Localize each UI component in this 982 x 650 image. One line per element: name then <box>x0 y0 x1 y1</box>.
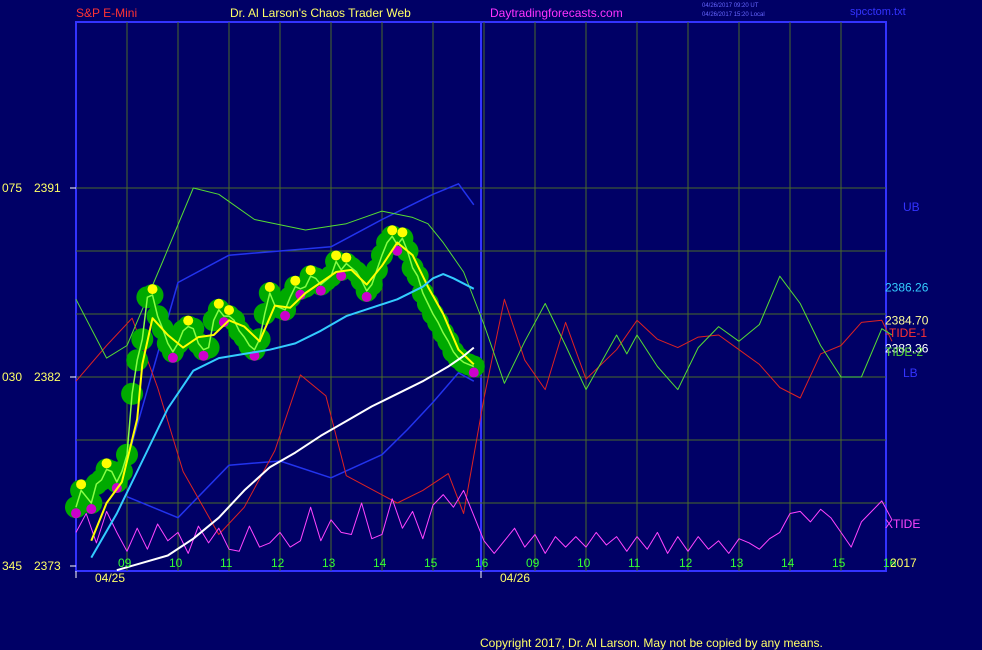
day2-date-label: 04/26 <box>500 571 530 585</box>
right-label: LB <box>903 366 918 380</box>
price-high-marker <box>331 250 342 261</box>
x-tick-label-day2: 12 <box>679 556 693 570</box>
right-label: -TIDE-1 <box>885 326 927 340</box>
price-high-marker <box>76 479 87 490</box>
right-label: XTIDE <box>885 517 920 531</box>
x-axis-year-label: 2017 <box>890 556 917 570</box>
y-tick-left-label: 030 <box>2 370 22 384</box>
instrument-title: S&P E-Mini <box>76 6 137 20</box>
x-tick-label-day2: 15 <box>832 556 846 570</box>
price-high-marker <box>305 265 316 276</box>
price-high-marker <box>341 252 352 263</box>
x-tick-label-day2: 09 <box>526 556 540 570</box>
timestamp-ut: 04/26/2017 09:20 UT <box>702 3 759 9</box>
price-low-marker <box>71 508 81 519</box>
y-tick-price-label: 2373 <box>34 559 61 573</box>
x-tick-label-day1: 12 <box>271 556 285 570</box>
x-tick-label-day1: 10 <box>169 556 183 570</box>
right-label: 2386.26 <box>885 281 929 295</box>
price-high-marker <box>224 305 234 316</box>
price-high-marker <box>213 298 224 309</box>
x-tick-label-day1: 16 <box>475 556 489 570</box>
price-high-marker <box>387 225 398 236</box>
lower-band-line <box>126 372 475 519</box>
x-axis-labels: 09 10 11 12 13 14 15 16 09 10 11 12 13 14 15 162017 <box>75 556 917 578</box>
x-tick-label-day1: 15 <box>424 556 438 570</box>
right-side-labels: UB2386.262384.70-TIDE-12383.36TIDE-2LBXT… <box>885 200 929 531</box>
x-tick-label-day2: 14 <box>781 556 795 570</box>
price-high-marker <box>264 282 275 292</box>
x-tick-label-day1: 13 <box>322 556 336 570</box>
right-label: TIDE-2 <box>885 345 923 359</box>
price-low-marker <box>361 291 372 302</box>
price-high-marker <box>101 458 112 469</box>
price-high-marker <box>290 275 301 286</box>
price-low-marker <box>167 352 178 363</box>
price-low-marker <box>86 504 97 514</box>
x-tick-label-day2: 10 <box>577 556 591 570</box>
x-tick-label-day1: 11 <box>220 556 233 570</box>
price-low-marker <box>198 350 209 361</box>
white-average-line <box>116 346 475 572</box>
site-title: Dr. Al Larson's Chaos Trader Web <box>230 6 411 20</box>
timestamp-local: 04/26/2017 15:20 Local <box>702 12 765 18</box>
y-tick-left-label: 345 <box>2 559 22 573</box>
y-tick-price-label: 2391 <box>34 181 61 195</box>
x-tick-label-day1: 14 <box>373 556 387 570</box>
x-tick-label-day1: 09 <box>118 556 132 570</box>
price-low-marker <box>280 310 291 321</box>
price-high-marker <box>397 227 408 238</box>
price-low-marker <box>315 285 326 296</box>
file-name: spcctom.txt <box>850 6 906 18</box>
x-tick-label-day2: 11 <box>628 556 641 570</box>
y-axis-labels: 075 2391 030 2382 345 2373 <box>2 181 76 573</box>
day1-date-label: 04/25 <box>95 571 125 585</box>
x-tick-label-day2: 13 <box>730 556 744 570</box>
chaos-chart: S&P E-Mini Dr. Al Larson's Chaos Trader … <box>2 3 929 650</box>
y-tick-left-label: 075 <box>2 181 22 195</box>
right-label: UB <box>903 200 920 214</box>
price-high-marker <box>147 284 158 295</box>
site-url: Daytradingforecasts.com <box>490 6 623 20</box>
y-tick-price-label: 2382 <box>34 370 61 384</box>
copyright-footer: Copyright 2017, Dr. Al Larson. May not b… <box>480 636 823 650</box>
price-low-marker <box>468 367 479 378</box>
price-high-marker <box>183 315 194 326</box>
